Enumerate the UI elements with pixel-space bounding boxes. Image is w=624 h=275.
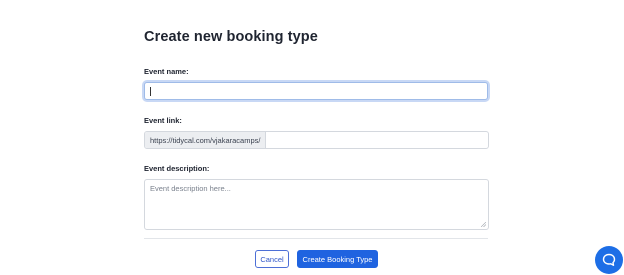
event-link-field: https://tidycal.com/vjakaracamps/ [144,131,489,149]
event-name-input[interactable] [144,82,488,100]
event-link-label: Event link: [144,116,182,125]
resize-grip-icon[interactable] [481,222,486,227]
event-link-input[interactable] [266,132,488,148]
event-description-textarea[interactable]: Event description here... [144,179,489,230]
chat-widget-button[interactable] [595,246,623,274]
event-description-label: Event description: [144,164,210,173]
event-description-placeholder: Event description here... [150,184,231,193]
text-caret [150,87,151,96]
form-divider [144,238,488,239]
chat-bubble-icon [602,253,616,266]
page-title: Create new booking type [144,29,318,45]
create-booking-type-page: Create new booking type Event name: Even… [0,0,624,275]
create-booking-type-button[interactable]: Create Booking Type [297,250,378,268]
event-name-label: Event name: [144,67,189,76]
cancel-button[interactable]: Cancel [255,250,289,268]
event-link-prefix: https://tidycal.com/vjakaracamps/ [145,132,267,148]
